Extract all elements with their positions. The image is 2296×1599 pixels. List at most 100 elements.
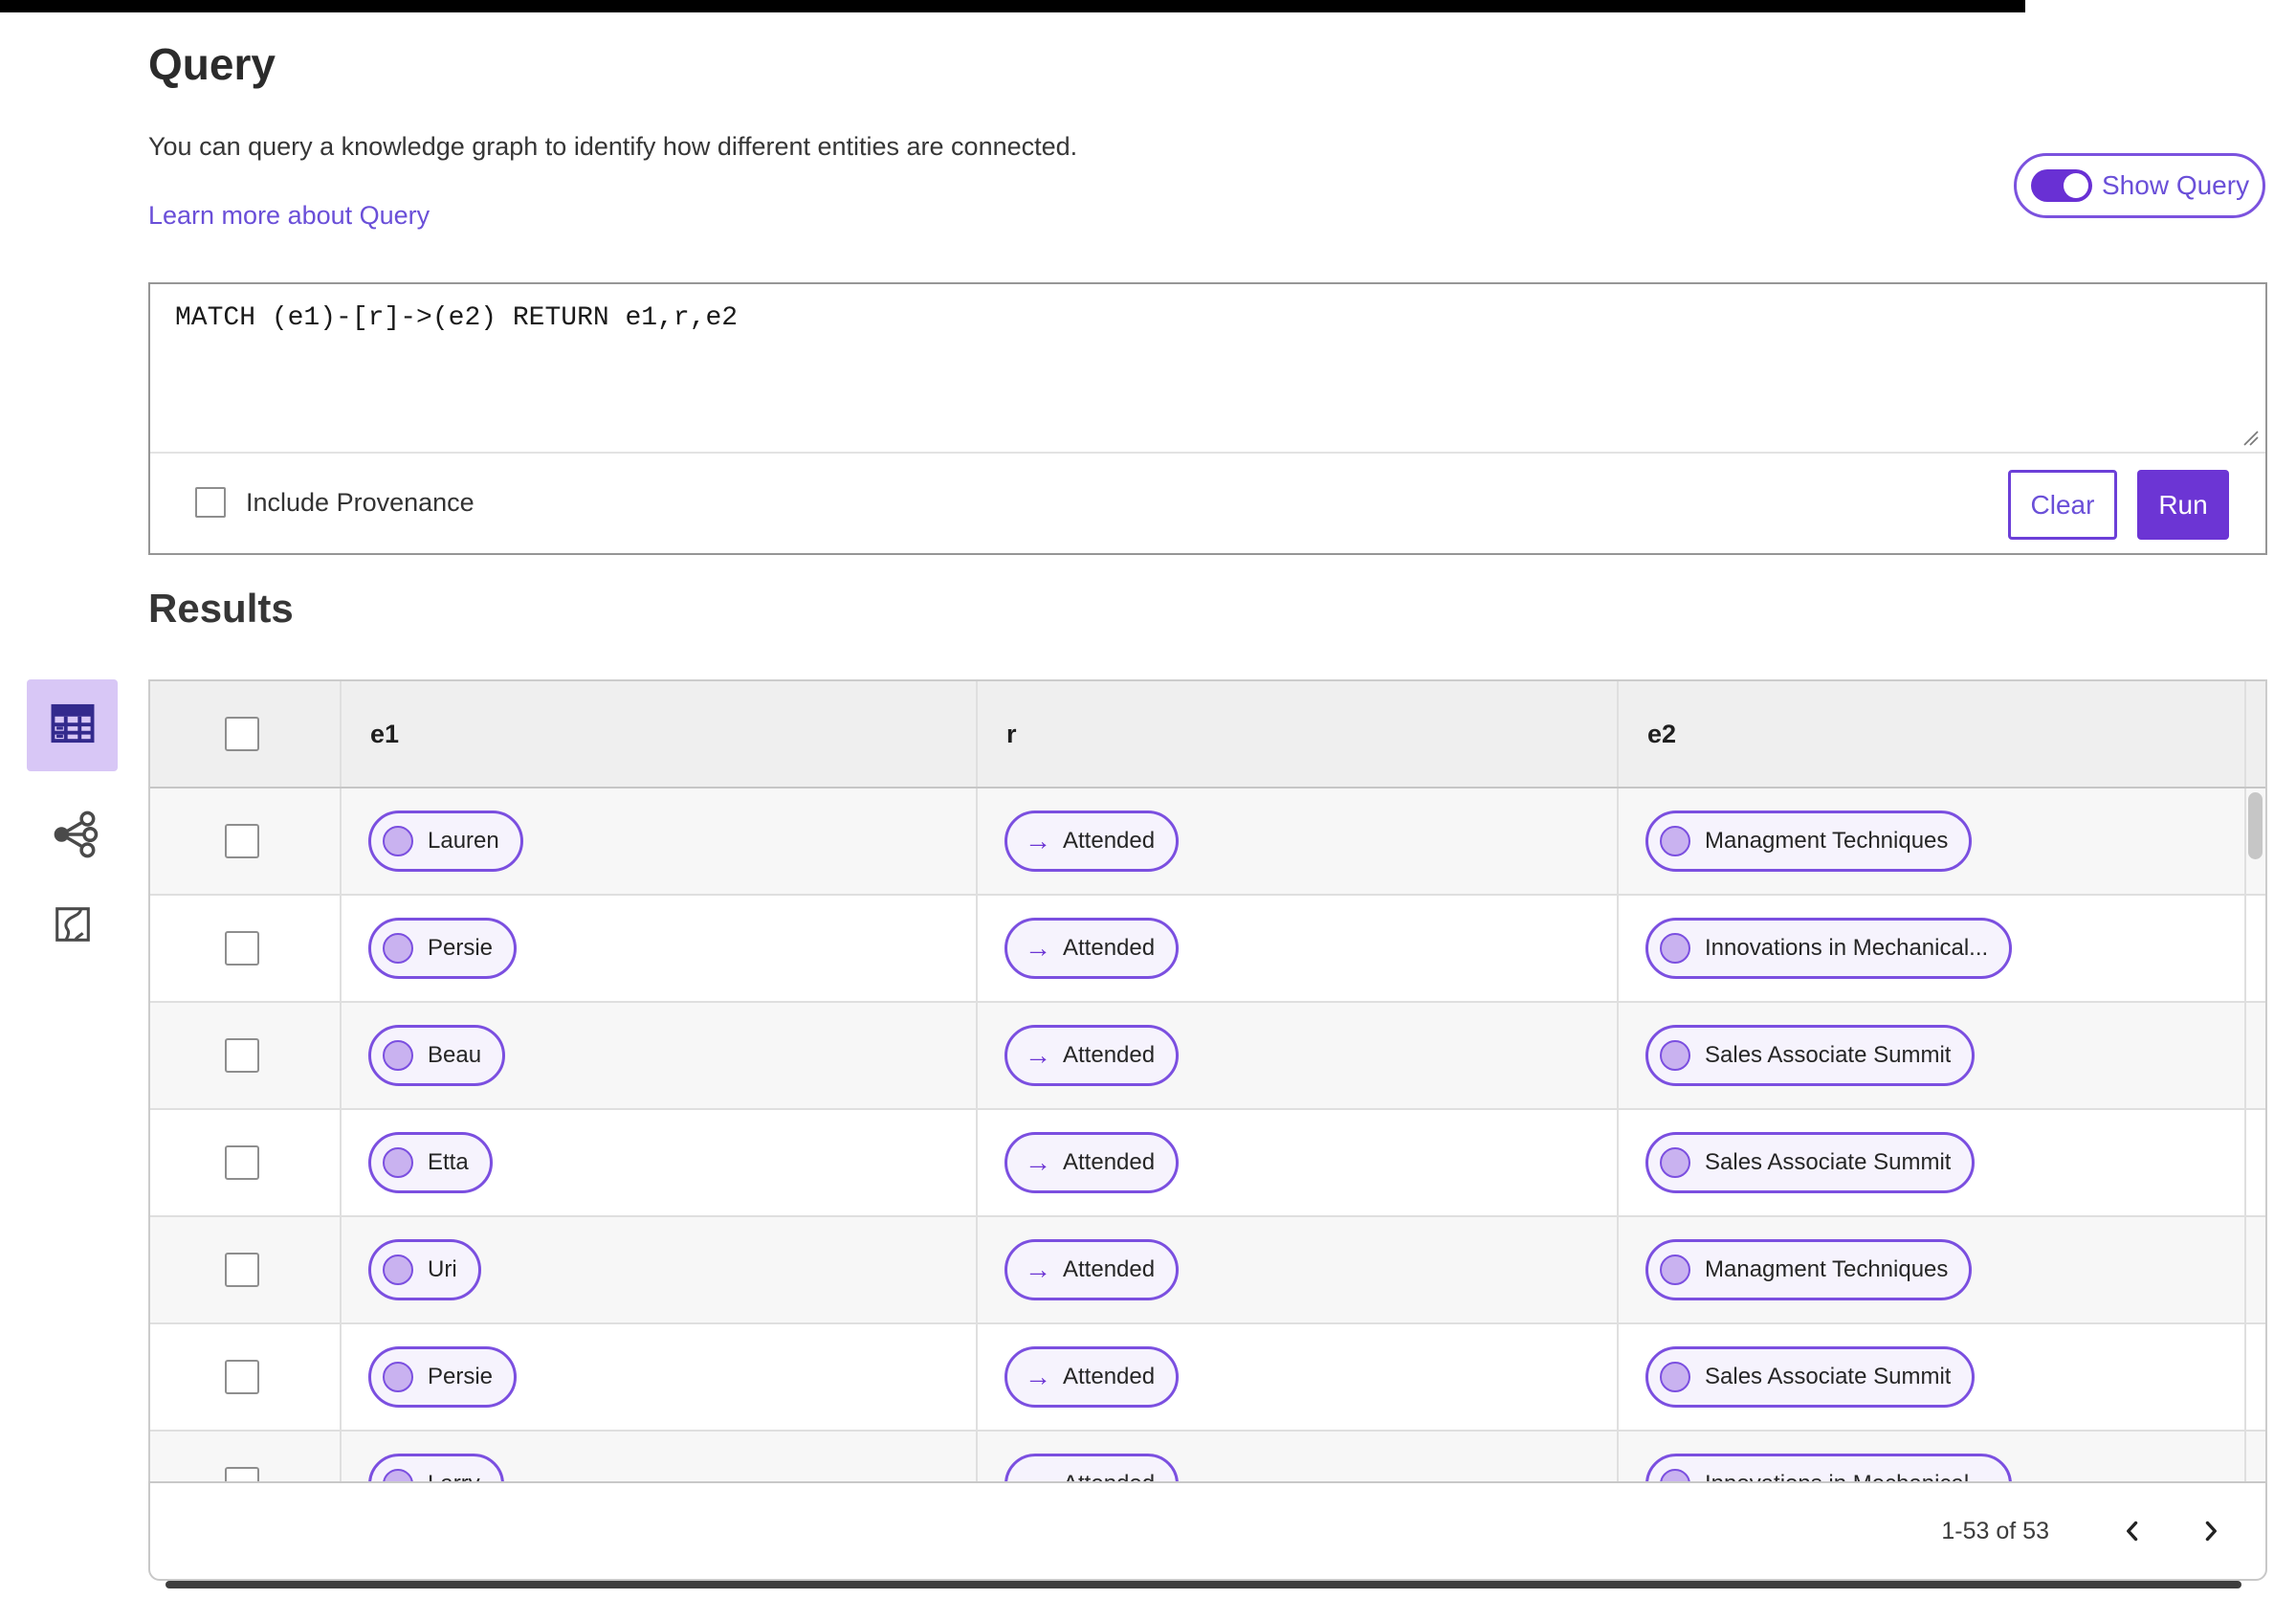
select-all-checkbox[interactable]	[225, 717, 259, 751]
entity-label: Sales Associate Summit	[1705, 1364, 1952, 1389]
entity-pill[interactable]: Persie	[368, 918, 518, 979]
entity-label: Larry	[428, 1471, 480, 1481]
entity-label: Persie	[428, 1364, 494, 1389]
query-editor-card: MATCH (e1)-[r]->(e2) RETURN e1,r,e2 Incl…	[148, 282, 2267, 555]
include-provenance-checkbox[interactable]	[195, 487, 226, 518]
vertical-scrollbar-thumb[interactable]	[2248, 792, 2263, 859]
pagination-bar: 1-53 of 53	[148, 1481, 2267, 1581]
query-page: Query You can query a knowledge graph to…	[0, 0, 2296, 1599]
row-checkbox[interactable]	[225, 931, 259, 966]
table-row: Persie → Attended Sales Associate Summit	[150, 1324, 2265, 1432]
relation-label: Attended	[1063, 1471, 1155, 1481]
relation-pill[interactable]: → Attended	[1004, 918, 1180, 979]
run-button[interactable]: Run	[2137, 470, 2229, 540]
toggle-switch-icon[interactable]	[2031, 169, 2092, 202]
learn-more-link[interactable]: Learn more about Query	[148, 201, 430, 231]
relation-pill[interactable]: → Attended	[1004, 1025, 1180, 1086]
entity-pill[interactable]: Lauren	[368, 811, 523, 872]
arrow-right-icon: →	[1025, 1362, 1051, 1391]
results-title: Results	[148, 586, 294, 631]
arrow-right-icon: →	[1025, 826, 1051, 855]
entity-pill[interactable]: Sales Associate Summit	[1645, 1132, 1976, 1193]
entity-label: Etta	[428, 1149, 469, 1175]
relation-label: Attended	[1063, 1149, 1156, 1175]
entity-dot-icon	[1660, 1147, 1690, 1178]
relation-pill[interactable]: → Attended	[1004, 811, 1180, 872]
entity-pill[interactable]: Larry	[368, 1454, 504, 1481]
relation-pill[interactable]: → Attended	[1004, 1132, 1180, 1193]
row-checkbox[interactable]	[225, 1253, 259, 1287]
entity-dot-icon	[1660, 826, 1690, 856]
column-header-r: r	[1006, 719, 1017, 748]
entity-dot-icon	[1660, 1469, 1690, 1481]
table-row: Beau → Attended Sales Associate Summit	[150, 1003, 2265, 1110]
relation-label: Attended	[1063, 935, 1156, 961]
toggle-knob	[2064, 173, 2088, 198]
entity-pill[interactable]: Persie	[368, 1346, 518, 1408]
resize-handle-icon[interactable]	[2239, 426, 2260, 452]
pagination-range-label: 1-53 of 53	[1941, 1517, 2049, 1544]
entity-label: Sales Associate Summit	[1705, 1042, 1952, 1068]
show-query-toggle[interactable]: Show Query	[2014, 153, 2265, 218]
entity-dot-icon	[383, 826, 413, 856]
arrow-right-icon: →	[1025, 1040, 1051, 1070]
entity-dot-icon	[1660, 1040, 1690, 1071]
entity-label: Persie	[428, 935, 494, 961]
table-row: Lauren → Attended Managment Techniques	[150, 788, 2265, 896]
table-row: Etta → Attended Sales Associate Summit	[150, 1110, 2265, 1217]
clear-button[interactable]: Clear	[2008, 470, 2117, 540]
entity-dot-icon	[383, 933, 413, 964]
entity-pill[interactable]: Etta	[368, 1132, 493, 1193]
row-checkbox[interactable]	[225, 1038, 259, 1073]
entity-label: Innovations in Mechanical...	[1705, 935, 1989, 961]
chevron-right-icon[interactable]	[2191, 1511, 2231, 1551]
divider	[150, 452, 2265, 454]
entity-pill[interactable]: Managment Techniques	[1645, 811, 1973, 872]
table-row: Persie → Attended Innovations in Mechanic…	[150, 896, 2265, 1003]
entity-label: Uri	[428, 1256, 457, 1282]
entity-pill[interactable]: Managment Techniques	[1645, 1239, 1973, 1300]
entity-pill[interactable]: Uri	[368, 1239, 481, 1300]
entity-dot-icon	[383, 1469, 413, 1481]
view-switcher-graph[interactable]	[27, 790, 118, 882]
bottom-shadow-bar	[166, 1581, 2241, 1588]
row-checkbox[interactable]	[225, 1467, 259, 1481]
row-checkbox[interactable]	[225, 824, 259, 858]
entity-pill[interactable]: Beau	[368, 1025, 506, 1086]
relation-label: Attended	[1063, 828, 1156, 854]
column-header-e1: e1	[370, 719, 400, 748]
view-switcher-map[interactable]	[27, 880, 118, 972]
entity-dot-icon	[383, 1362, 413, 1392]
show-query-label: Show Query	[2102, 170, 2250, 200]
page-description: You can query a knowledge graph to ident…	[148, 132, 1078, 161]
entity-label: Managment Techniques	[1705, 828, 1949, 854]
view-switcher-table[interactable]	[27, 679, 118, 771]
entity-pill[interactable]: Innovations in Mechanical...	[1645, 918, 2013, 979]
relation-pill[interactable]: → Attended	[1004, 1346, 1180, 1408]
entity-pill[interactable]: Sales Associate Summit	[1645, 1025, 1976, 1086]
entity-dot-icon	[1660, 1255, 1690, 1285]
page-title: Query	[148, 39, 276, 89]
entity-label: Beau	[428, 1042, 482, 1068]
entity-pill[interactable]: Innovations in Mechanical...	[1645, 1454, 2013, 1481]
entity-label: Innovations in Mechanical...	[1705, 1471, 1988, 1481]
relation-pill[interactable]: → Attended	[1004, 1239, 1180, 1300]
entity-dot-icon	[1660, 933, 1690, 964]
include-provenance-label: Include Provenance	[246, 488, 475, 517]
entity-pill[interactable]: Sales Associate Summit	[1645, 1346, 1976, 1408]
relation-label: Attended	[1063, 1042, 1156, 1068]
entity-dot-icon	[1660, 1362, 1690, 1392]
query-input[interactable]: MATCH (e1)-[r]->(e2) RETURN e1,r,e2	[175, 303, 2227, 333]
entity-dot-icon	[383, 1040, 413, 1071]
row-checkbox[interactable]	[225, 1360, 259, 1394]
entity-dot-icon	[383, 1255, 413, 1285]
entity-label: Lauren	[428, 828, 499, 854]
graph-view-icon	[46, 808, 99, 866]
arrow-right-icon: →	[1025, 933, 1051, 963]
relation-pill[interactable]: → Attended	[1004, 1454, 1180, 1481]
results-table: e1 r e2 Lauren → Attended Managment Techn…	[148, 679, 2267, 1481]
chevron-left-icon[interactable]	[2112, 1511, 2152, 1551]
row-checkbox[interactable]	[225, 1145, 259, 1180]
entity-label: Sales Associate Summit	[1705, 1149, 1952, 1175]
top-black-bar	[0, 0, 2025, 12]
